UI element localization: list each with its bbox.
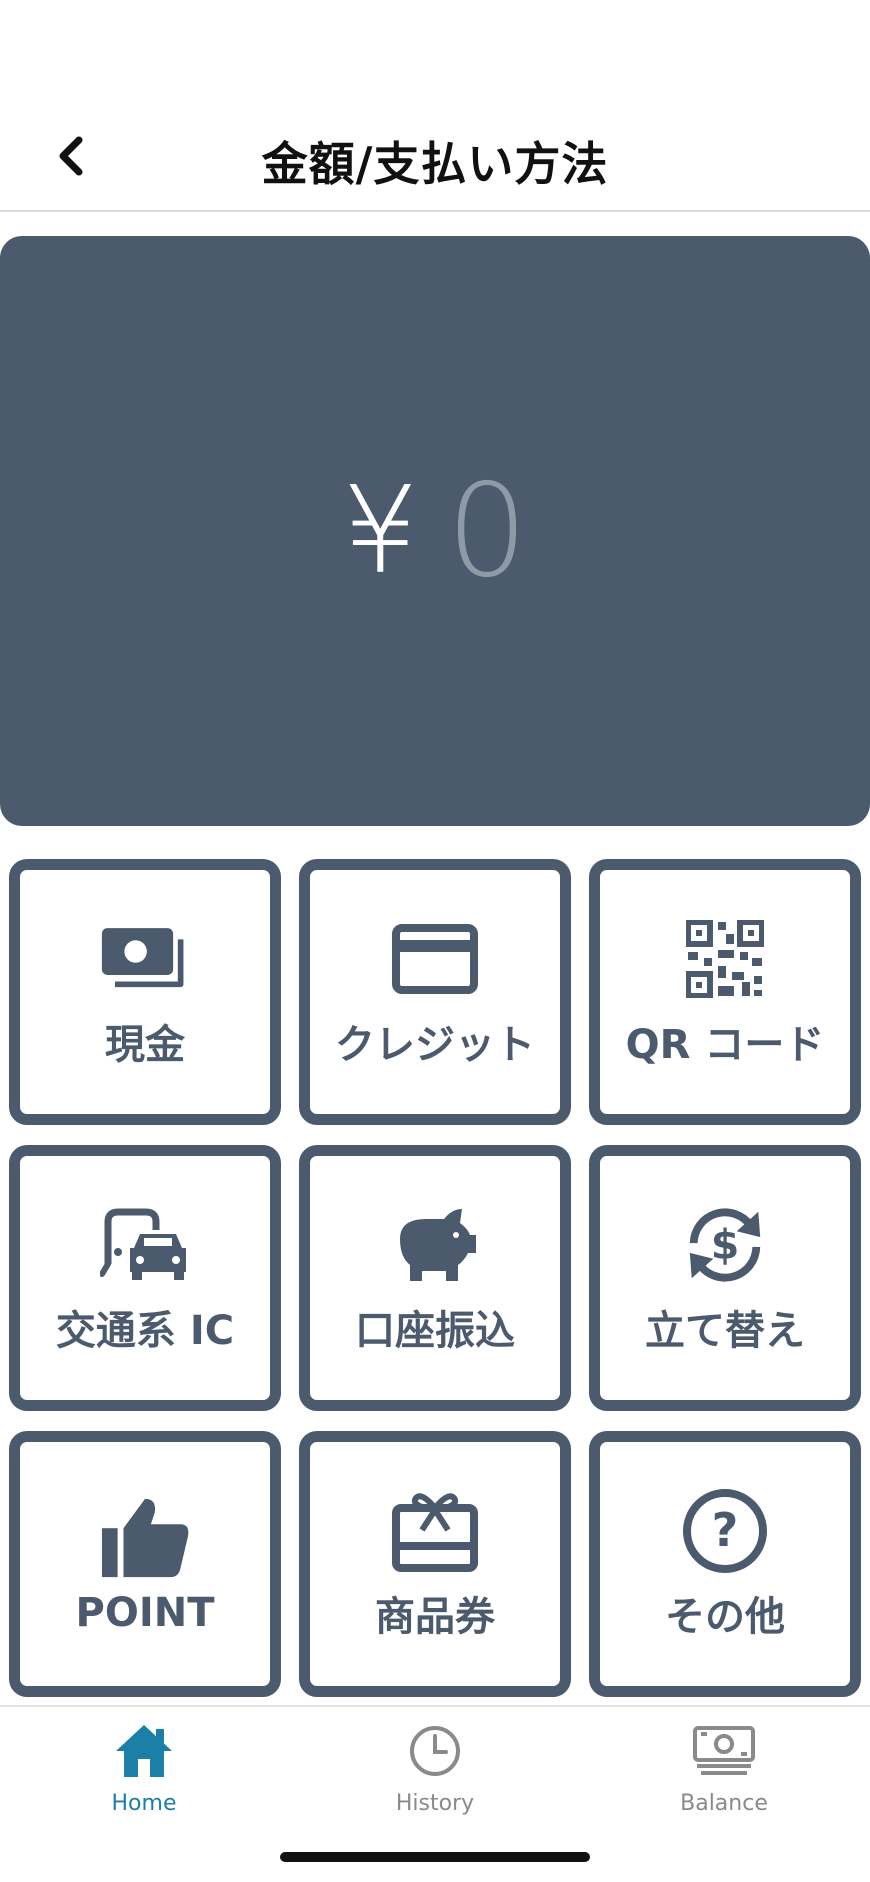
currency-symbol: ¥ xyxy=(342,461,419,601)
cash-icon xyxy=(100,914,190,1004)
transit-icon xyxy=(100,1200,190,1290)
thumbs-up-icon xyxy=(100,1492,190,1582)
qr-code-icon xyxy=(680,914,770,1004)
method-advance-payment-button[interactable]: $ 立て替え xyxy=(589,1145,861,1411)
gift-card-icon xyxy=(390,1486,480,1576)
svg-text:$: $ xyxy=(711,1221,740,1269)
tab-label: Balance xyxy=(680,1791,768,1816)
question-icon: ? xyxy=(680,1486,770,1576)
amount-display[interactable]: ¥ 0 xyxy=(0,236,870,826)
method-label: クレジット xyxy=(335,1022,535,1068)
method-label: 口座振込 xyxy=(355,1308,515,1354)
banknote-icon xyxy=(692,1719,756,1783)
method-bank-transfer-button[interactable]: 口座振込 xyxy=(299,1145,571,1411)
method-gift-voucher-button[interactable]: 商品券 xyxy=(299,1431,571,1697)
method-credit-button[interactable]: クレジット xyxy=(299,859,571,1125)
method-label: QR コード xyxy=(625,1022,825,1068)
method-transit-ic-button[interactable]: 交通系 IC xyxy=(9,1145,281,1411)
svg-text:?: ? xyxy=(712,1503,739,1557)
amount-value: 0 xyxy=(446,456,528,606)
method-qr-button[interactable]: QR コード xyxy=(589,859,861,1125)
home-icon xyxy=(112,1719,176,1783)
tab-history[interactable]: History xyxy=(355,1719,515,1829)
exchange-icon: $ xyxy=(680,1200,770,1290)
method-label: POINT xyxy=(75,1590,215,1636)
credit-card-icon xyxy=(390,914,480,1004)
method-other-button[interactable]: ? その他 xyxy=(589,1431,861,1697)
page-title: 金額/支払い方法 xyxy=(261,137,609,191)
method-label: 商品券 xyxy=(375,1594,495,1640)
tab-balance[interactable]: Balance xyxy=(644,1719,804,1829)
clock-icon xyxy=(403,1719,467,1783)
method-cash-button[interactable]: 現金 xyxy=(9,859,281,1125)
app-header: 金額/支払い方法 xyxy=(0,0,870,212)
method-point-button[interactable]: POINT xyxy=(9,1431,281,1697)
payment-method-grid: 現金 クレジット QR コード 交通系 IC 口座振込 $ 立て替え POINT… xyxy=(9,859,861,1697)
tab-label: History xyxy=(395,1791,475,1816)
tab-label: Home xyxy=(111,1791,177,1816)
home-indicator xyxy=(280,1852,590,1862)
piggy-bank-icon xyxy=(390,1200,480,1290)
method-label: 交通系 IC xyxy=(55,1308,235,1354)
method-label: 現金 xyxy=(105,1022,185,1068)
method-label: 立て替え xyxy=(645,1308,805,1354)
tab-home[interactable]: Home xyxy=(64,1719,224,1829)
method-label: その他 xyxy=(665,1594,785,1640)
